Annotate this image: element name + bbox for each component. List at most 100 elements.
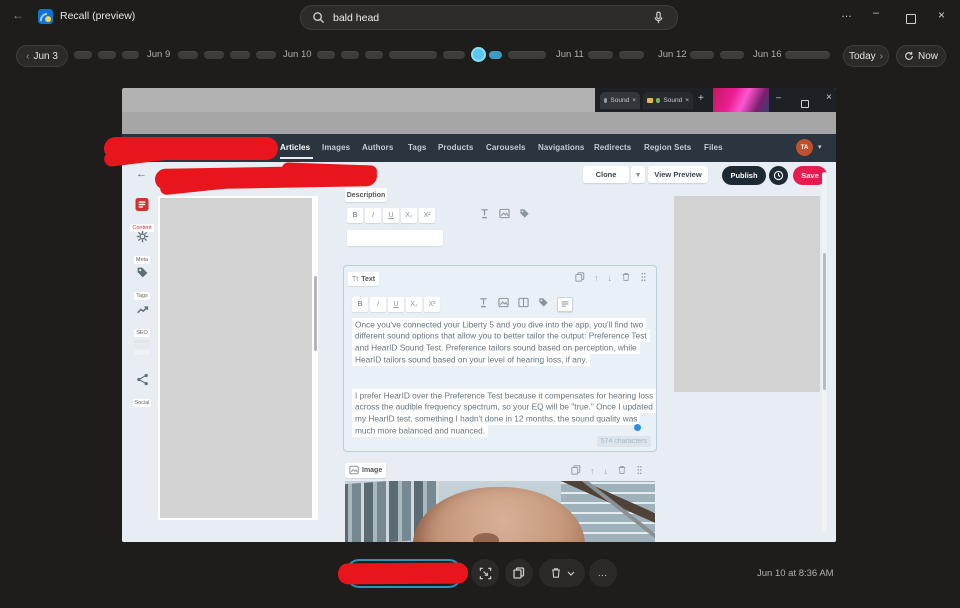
left-panel-scrollbar[interactable] — [314, 276, 317, 351]
avatar-caret-icon[interactable]: ▾ — [818, 143, 822, 151]
move-down-icon[interactable]: ↓ — [604, 466, 609, 476]
insert-image-icon[interactable] — [498, 295, 509, 313]
timeline-segment[interactable] — [720, 51, 744, 59]
back-icon[interactable]: ← — [12, 8, 24, 22]
now-button[interactable]: Now — [896, 45, 946, 67]
italic-button[interactable]: I — [365, 208, 381, 223]
sidebar-item-tags[interactable]: Tags — [126, 266, 158, 302]
columns-icon[interactable] — [518, 295, 529, 313]
character-count: 574 characters — [597, 436, 651, 447]
timeline-date-jun3[interactable]: ‹ Jun 3 — [16, 45, 68, 67]
microphone-icon[interactable] — [652, 11, 665, 24]
timeline-segment[interactable] — [389, 51, 437, 59]
text-style-icon[interactable] — [478, 295, 489, 313]
nav-tab-navigations[interactable]: Navigations — [538, 143, 584, 152]
maximize-button[interactable] — [906, 11, 916, 29]
timeline-segment[interactable] — [98, 51, 116, 59]
move-up-icon[interactable]: ↑ — [594, 273, 599, 283]
italic-button[interactable]: I — [370, 297, 386, 312]
delete-snapshot-button[interactable] — [539, 559, 585, 587]
copy-snapshot-button[interactable] — [505, 559, 533, 587]
sidebar-item-content[interactable]: Content — [126, 198, 158, 234]
view-preview-button[interactable]: View Preview — [648, 166, 708, 183]
timeline-current-position[interactable] — [471, 47, 486, 62]
page-scrollbar-thumb[interactable] — [823, 253, 826, 390]
editor-back-icon[interactable]: ← — [136, 168, 147, 180]
nav-tab-files[interactable]: Files — [704, 143, 723, 152]
timeline-segment[interactable] — [341, 51, 359, 59]
insert-image-icon[interactable] — [499, 206, 510, 224]
duplicate-icon[interactable] — [575, 272, 585, 284]
sidebar-item-social[interactable]: Social — [126, 373, 158, 409]
timeline-segment[interactable] — [785, 51, 830, 59]
timeline-segment[interactable] — [204, 51, 224, 59]
delete-block-icon[interactable] — [621, 272, 631, 284]
bold-button[interactable]: B — [352, 297, 368, 312]
timeline-today-button[interactable]: Today › — [843, 45, 889, 67]
article-photo-bald-head[interactable] — [345, 481, 655, 542]
click-to-do-button[interactable] — [471, 559, 499, 587]
nav-tab-carousels[interactable]: Carousels — [486, 143, 526, 152]
timeline-date-label[interactable]: Jun 11 — [556, 49, 584, 60]
superscript-button[interactable]: X² — [424, 297, 440, 312]
timeline-date-label[interactable]: Jun 10 — [283, 49, 312, 60]
timeline-date-label[interactable]: Jun 12 — [658, 49, 687, 60]
bold-button[interactable]: B — [347, 208, 363, 223]
nav-tab-articles[interactable]: Articles — [280, 143, 310, 152]
insert-tag-icon[interactable] — [538, 295, 549, 313]
nav-tab-redirects[interactable]: Redirects — [594, 143, 631, 152]
timeline-segment[interactable] — [508, 51, 546, 59]
timeline-segment[interactable] — [74, 51, 92, 59]
timeline-segment[interactable] — [256, 51, 276, 59]
timeline-segment[interactable] — [690, 51, 714, 59]
move-up-icon[interactable]: ↑ — [590, 466, 595, 476]
timeline-date-label[interactable]: Jun 16 — [753, 49, 782, 60]
description-input[interactable] — [347, 230, 443, 246]
search-box[interactable]: bald head — [300, 5, 678, 30]
nav-tab-products[interactable]: Products — [438, 143, 473, 152]
drag-handle-icon[interactable] — [640, 272, 647, 284]
list-format-button[interactable] — [557, 297, 573, 312]
superscript-button[interactable]: X² — [419, 208, 435, 223]
insert-tag-icon[interactable] — [519, 206, 530, 224]
timeline-segment[interactable] — [122, 51, 139, 59]
nav-tab-tags[interactable]: Tags — [408, 143, 426, 152]
close-button[interactable]: × — [938, 8, 945, 22]
more-actions-button[interactable]: … — [589, 559, 617, 587]
delete-block-icon[interactable] — [617, 465, 627, 477]
sidebar-item-meta[interactable]: Meta — [126, 230, 158, 266]
subscript-button[interactable]: X₂ — [406, 297, 422, 312]
underline-button[interactable]: U — [388, 297, 404, 312]
sidebar-item-seo[interactable]: SEO — [126, 303, 158, 339]
nav-tab-images[interactable]: Images — [322, 143, 350, 152]
clone-dropdown-caret[interactable]: ▾ — [631, 166, 645, 183]
text-style-icon[interactable] — [479, 206, 490, 224]
text-block-card[interactable]: Tt Text ↑ ↓ B I U X₂ X² — [343, 265, 657, 452]
drag-handle-icon[interactable] — [636, 465, 643, 477]
timeline-segment[interactable] — [317, 51, 335, 59]
timeline-segment[interactable] — [365, 51, 383, 59]
minimize-button[interactable]: – — [873, 7, 879, 19]
publish-button[interactable]: Publish — [722, 166, 766, 185]
paragraph-1[interactable]: Once you've connected your Liberty 5 and… — [352, 319, 654, 366]
timeline-segment[interactable] — [619, 51, 644, 59]
clone-button[interactable]: Clone — [583, 166, 629, 183]
user-avatar[interactable]: TA — [796, 139, 813, 156]
paragraph-2[interactable]: I prefer HearID over the Preference Test… — [352, 390, 654, 437]
more-options-icon[interactable]: … — [841, 8, 853, 20]
timeline-segment[interactable] — [443, 51, 465, 59]
timeline-segment[interactable] — [178, 51, 198, 59]
comment-indicator-dot[interactable] — [634, 424, 641, 431]
timeline-date-label[interactable]: Jun 9 — [147, 49, 170, 60]
underline-button[interactable]: U — [383, 208, 399, 223]
duplicate-icon[interactable] — [571, 465, 581, 477]
timeline-segment[interactable] — [588, 51, 613, 59]
timeline-segment[interactable] — [230, 51, 250, 59]
nav-tab-region-sets[interactable]: Region Sets — [644, 143, 691, 152]
schedule-clock-button[interactable] — [769, 166, 788, 185]
search-input[interactable]: bald head — [333, 12, 652, 24]
move-down-icon[interactable]: ↓ — [608, 273, 613, 283]
timeline-current-segment[interactable] — [489, 51, 502, 59]
subscript-button[interactable]: X₂ — [401, 208, 417, 223]
nav-tab-authors[interactable]: Authors — [362, 143, 393, 152]
